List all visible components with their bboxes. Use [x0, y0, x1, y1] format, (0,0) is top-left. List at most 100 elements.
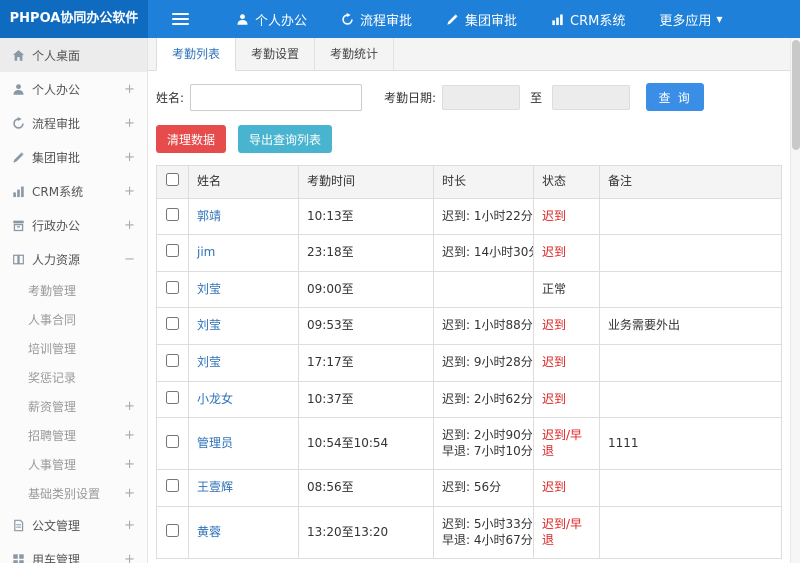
remark-cell: 1111 — [599, 417, 782, 471]
sidebar-item-流程审批[interactable]: 流程审批 + — [0, 106, 147, 140]
sidebar-item-个人办公[interactable]: 个人办公 + — [0, 72, 147, 106]
sidebar-item-奖惩记录[interactable]: 奖惩记录 — [0, 363, 147, 392]
sidebar-item-基础类别设置[interactable]: 基础类别设置 + — [0, 479, 147, 508]
expand-icon[interactable]: + — [124, 486, 135, 501]
table-row: 黄蓉 13:20至13:20 迟到: 5小时33分 早退: 4小时67分 迟到/早退 — [156, 505, 782, 560]
nav-item-个人办公[interactable]: 个人办公 — [219, 0, 324, 38]
tab-考勤统计[interactable]: 考勤统计 — [315, 38, 395, 70]
attendance-table: 姓名 考勤时间 时长 状态 备注 郭靖 10:13至 迟到: 1小时22分 迟到 jim 23:1… — [156, 165, 782, 560]
employee-name-link[interactable]: 王壹辉 — [197, 480, 233, 494]
expand-icon[interactable]: + — [124, 184, 135, 199]
expand-icon[interactable]: + — [124, 82, 135, 97]
employee-name-link[interactable]: 刘莹 — [197, 355, 221, 369]
sidebar-item-CRM系统[interactable]: CRM系统 + — [0, 174, 147, 208]
sidebar-item-培训管理[interactable]: 培训管理 — [0, 334, 147, 363]
sidebar-item-考勤管理[interactable]: 考勤管理 — [0, 276, 147, 305]
attendance-table-head-row: 姓名 考勤时间 时长 状态 备注 — [156, 165, 782, 199]
tab-考勤列表[interactable]: 考勤列表 — [156, 38, 237, 71]
row-checkbox[interactable] — [166, 353, 179, 367]
search-button[interactable]: 查 询 — [646, 83, 705, 111]
attendance-table-wrap: 姓名 考勤时间 时长 状态 备注 郭靖 10:13至 迟到: 1小时22分 迟到 jim 23:1… — [148, 165, 790, 560]
employee-name-link[interactable]: 管理员 — [197, 436, 233, 450]
sidebar-item-公文管理[interactable]: 公文管理 + — [0, 508, 147, 542]
expand-icon[interactable]: + — [124, 518, 135, 533]
tab-bar: 考勤列表 考勤设置 考勤统计 — [148, 38, 790, 71]
app-logo[interactable]: PHPOA协同办公软件 — [0, 0, 148, 38]
expand-icon[interactable]: + — [124, 399, 135, 414]
employee-name-link[interactable]: 刘莹 — [197, 318, 221, 332]
date-to-input[interactable] — [552, 84, 631, 110]
sidebar-item-人力资源[interactable]: 人力资源 − — [0, 242, 147, 276]
file-icon — [12, 519, 32, 532]
sidebar-item-人事合同[interactable]: 人事合同 — [0, 305, 147, 334]
nav-item-流程审批[interactable]: 流程审批 — [324, 0, 429, 38]
date-from-input[interactable] — [442, 84, 521, 110]
sidebar-item-label: 集团审批 — [32, 150, 81, 165]
sidebar-item-人事管理[interactable]: 人事管理 + — [0, 450, 147, 479]
duration-cell: 迟到: 1小时22分 — [433, 197, 534, 236]
clean-data-button[interactable]: 清理数据 — [156, 125, 227, 153]
sidebar-item-招聘管理[interactable]: 招聘管理 + — [0, 421, 147, 450]
sidebar-item-集团审批[interactable]: 集团审批 + — [0, 140, 147, 174]
row-checkbox[interactable] — [166, 244, 179, 258]
expand-icon[interactable]: + — [124, 150, 135, 165]
expand-icon[interactable]: + — [124, 428, 135, 443]
sidebar-item-薪资管理[interactable]: 薪资管理 + — [0, 392, 147, 421]
table-row: 刘莹 09:00至 正常 — [156, 270, 782, 309]
chart-icon — [551, 13, 564, 26]
refresh-icon — [341, 12, 354, 26]
row-checkbox[interactable] — [166, 434, 179, 448]
nav-item-CRM系统[interactable]: CRM系统 — [534, 0, 642, 38]
sidebar-item-label: 公文管理 — [32, 518, 81, 533]
remark-cell — [599, 270, 782, 309]
nav-item-集团审批[interactable]: 集团审批 — [429, 0, 534, 38]
table-row: 刘莹 17:17至 迟到: 9小时28分 迟到 — [156, 343, 782, 382]
employee-name-link[interactable]: 刘莹 — [197, 282, 221, 296]
nav-item-更多应用[interactable]: 更多应用 ▼ — [642, 0, 739, 38]
expand-icon[interactable]: + — [124, 218, 135, 233]
status-cell: 迟到/早退 — [533, 505, 600, 560]
tab-考勤设置[interactable]: 考勤设置 — [236, 38, 316, 70]
export-list-button[interactable]: 导出查询列表 — [238, 125, 333, 153]
attendance-table-body: 郭靖 10:13至 迟到: 1小时22分 迟到 jim 23:18至 迟到: 14小时30分… — [156, 197, 782, 560]
sidebar-item-个人桌面[interactable]: 个人桌面 — [0, 38, 147, 72]
sidebar-item-用车管理[interactable]: 用车管理 + — [0, 542, 147, 563]
table-row: 郭靖 10:13至 迟到: 1小时22分 迟到 — [156, 197, 782, 236]
employee-name-link[interactable]: 小龙女 — [197, 392, 233, 406]
expand-icon[interactable]: + — [124, 552, 135, 563]
table-row: 刘莹 09:53至 迟到: 1小时88分 迟到 业务需要外出 — [156, 307, 782, 345]
row-checkbox[interactable] — [166, 207, 179, 221]
book-icon — [12, 253, 32, 266]
expand-icon[interactable]: + — [124, 116, 135, 131]
action-bar: 清理数据 导出查询列表 — [148, 121, 790, 165]
user-icon — [236, 13, 249, 26]
row-checkbox[interactable] — [166, 280, 179, 294]
grid-icon — [12, 553, 32, 563]
vertical-scrollbar[interactable] — [790, 38, 800, 563]
table-row: 王壹辉 08:56至 迟到: 56分 迟到 — [156, 469, 782, 507]
row-checkbox[interactable] — [166, 479, 179, 493]
status-cell: 迟到 — [533, 197, 600, 236]
row-checkbox[interactable] — [166, 317, 179, 331]
scrollbar-thumb[interactable] — [792, 40, 800, 150]
sidebar-item-label: 招聘管理 — [28, 429, 77, 443]
column-header-考勤时间: 考勤时间 — [298, 165, 434, 199]
sidebar-item-行政办公[interactable]: 行政办公 + — [0, 208, 147, 242]
sidebar-item-label: 奖惩记录 — [28, 371, 77, 385]
sidebar-item-label: CRM系统 — [32, 184, 84, 199]
row-checkbox[interactable] — [166, 390, 179, 404]
sidebar-item-label: 培训管理 — [28, 342, 77, 356]
employee-name-link[interactable]: 黄蓉 — [197, 525, 221, 539]
name-filter-input[interactable] — [190, 83, 363, 111]
menu-toggle-icon[interactable] — [172, 10, 189, 28]
select-all-checkbox[interactable] — [166, 173, 179, 186]
employee-name-link[interactable]: 郭靖 — [197, 209, 221, 223]
row-checkbox[interactable] — [166, 523, 179, 537]
collapse-icon[interactable]: − — [124, 252, 135, 267]
sidebar-item-label: 人力资源 — [32, 252, 81, 267]
sidebar-item-label: 人事管理 — [28, 458, 77, 472]
attendance-time-cell: 23:18至 — [298, 234, 434, 272]
employee-name-link[interactable]: jim — [197, 245, 215, 259]
attendance-time-cell: 09:00至 — [298, 270, 434, 309]
expand-icon[interactable]: + — [124, 457, 135, 472]
